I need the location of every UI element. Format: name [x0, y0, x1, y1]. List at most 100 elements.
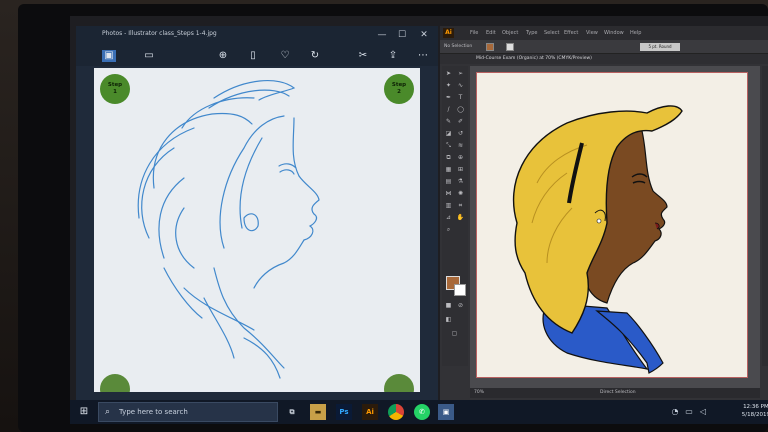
right-panel-dock: ≡ ◫ ▦ ✎ ✻ ≣ ◐ ◍ ⊚ ⊡ ⫼ ⌗ [762, 66, 768, 366]
zoom-tool-icon[interactable]: ⌕ [444, 226, 453, 234]
magic-wand-icon[interactable]: ✦ [444, 82, 453, 90]
search-icon: ⌕ [105, 407, 111, 417]
profile-illustration [512, 105, 683, 374]
menu-effect[interactable]: Effect [564, 30, 578, 36]
stroke-control-swatch[interactable] [506, 43, 514, 51]
illustrator-logo: Ai [443, 28, 454, 38]
status-bar: 70% Direct Selection [470, 388, 760, 398]
stroke-color-swatch[interactable] [454, 284, 466, 296]
pen-tool-icon[interactable]: ✒ [444, 94, 453, 102]
illustrator-taskbar-icon[interactable]: Ai [362, 404, 378, 420]
screen-mode-icon[interactable]: ▢ [450, 330, 459, 338]
line-tool-icon[interactable]: / [444, 106, 453, 114]
maximize-button[interactable]: ☐ [396, 29, 408, 41]
file-explorer-icon[interactable]: ▬ [310, 404, 326, 420]
taskbar-search[interactable]: ⌕ Type here to search [98, 402, 278, 422]
pencil-tool-icon[interactable]: ✐ [456, 118, 465, 126]
menu-help[interactable]: Help [630, 30, 641, 36]
clock-date: 5/18/2019 [741, 412, 768, 418]
perspective-grid-icon[interactable]: ▦ [444, 166, 453, 174]
type-tool-icon[interactable]: T [456, 94, 465, 102]
artboard-tool-icon[interactable]: ⌗ [456, 202, 465, 210]
brush-tool-icon[interactable]: ✎ [444, 118, 453, 126]
close-button[interactable]: ✕ [418, 29, 430, 41]
battery-icon[interactable]: ▭ [684, 407, 694, 417]
fill-control-swatch[interactable] [486, 43, 494, 51]
step-1-badge: Step 1 [100, 74, 130, 104]
scale-tool-icon[interactable]: ⤡ [444, 142, 453, 150]
menu-file[interactable]: File [470, 30, 478, 36]
sketch-image: Step 1 Step 2 [94, 68, 420, 392]
color-mode-icon[interactable]: ■ [444, 302, 453, 310]
ellipse-tool-icon[interactable]: ◯ [456, 106, 465, 114]
edit-icon[interactable]: ✂ [356, 50, 370, 62]
photos-taskbar-icon[interactable]: ▣ [438, 404, 454, 420]
document-tabs: Mid-Course Exam (Organic) at 70% (CMYK/P… [440, 54, 768, 64]
task-view-icon[interactable]: ⧉ [284, 404, 300, 420]
draw-mode-icon[interactable]: ◧ [444, 316, 453, 324]
more-icon[interactable]: ⋯ [416, 50, 430, 62]
laptop-bezel: Photos - Illustrator class_Steps 1-4.jpg… [18, 4, 768, 432]
menu-bar: Ai File Edit Object Type Select Effect V… [440, 26, 768, 40]
gradient-tool-icon[interactable]: ▤ [444, 178, 453, 186]
document-tab[interactable]: Mid-Course Exam (Organic) at 70% (CMYK/P… [476, 56, 592, 61]
graph-tool-icon[interactable]: ▥ [444, 202, 453, 210]
blend-tool-icon[interactable]: ⋈ [444, 190, 453, 198]
network-icon[interactable]: ◔ [670, 407, 680, 417]
image-icon[interactable]: ▣ [102, 50, 116, 62]
menu-select[interactable]: Select [544, 30, 559, 36]
share-icon[interactable]: ⇪ [386, 50, 400, 62]
menu-view[interactable]: View [586, 30, 598, 36]
delete-icon[interactable]: ▯ [246, 50, 260, 62]
step-2-badge: Step 2 [384, 74, 414, 104]
photoshop-icon[interactable]: Ps [336, 404, 352, 420]
volume-icon[interactable]: ◁ [698, 407, 708, 417]
tools-panel: ➤ ➢ ✦ ∿ ✒ T / ◯ ✎ ✐ ◪ ↺ ⤡ ≋ ⧉ ⊕ ▦ ⊞ ▤ ⚗ … [442, 66, 468, 366]
control-bar: No Selection 5 pt. Round [440, 40, 768, 54]
zoom-level-field[interactable]: 70% [474, 390, 484, 395]
selection-tool-icon[interactable]: ➤ [444, 70, 453, 78]
profile-sketch [137, 79, 320, 379]
eraser-tool-icon[interactable]: ◪ [444, 130, 453, 138]
free-transform-icon[interactable]: ⧉ [444, 154, 453, 162]
shape-builder-icon[interactable]: ⊕ [456, 154, 465, 162]
zoom-icon[interactable]: ⊕ [216, 50, 230, 62]
canvas-area[interactable] [470, 66, 760, 388]
photos-toolbar: ▣ ▭ ⊕ ▯ ♡ ↻ ✂ ⇪ ⋯ [76, 46, 438, 66]
chrome-icon[interactable] [388, 404, 404, 420]
photos-titlebar[interactable]: Photos - Illustrator class_Steps 1-4.jpg… [76, 26, 438, 46]
clock-time: 12:36 PM [743, 404, 768, 410]
scene: Photos - Illustrator class_Steps 1-4.jpg… [0, 0, 768, 432]
windows-start-icon[interactable]: ⊞ [78, 406, 90, 418]
menu-window[interactable]: Window [604, 30, 624, 36]
laptop-screen: Photos - Illustrator class_Steps 1-4.jpg… [70, 16, 768, 424]
direct-selection-tool-icon[interactable]: ➢ [456, 70, 465, 78]
taskbar: ⊞ ⌕ Type here to search ⧉ ▬ Ps Ai ✆ ▣ ◔ … [70, 400, 768, 424]
photos-window[interactable]: Photos - Illustrator class_Steps 1-4.jpg… [76, 26, 438, 400]
hand-tool-icon[interactable]: ✋ [456, 214, 465, 222]
rotate-tool-icon[interactable]: ↺ [456, 130, 465, 138]
lasso-icon[interactable]: ∿ [456, 82, 465, 90]
whatsapp-icon[interactable]: ✆ [414, 404, 430, 420]
current-tool-status: Direct Selection [600, 390, 636, 395]
warp-tool-icon[interactable]: ≋ [456, 142, 465, 150]
brush-style-dropdown[interactable]: 5 pt. Round [640, 43, 680, 51]
menu-edit[interactable]: Edit [486, 30, 496, 36]
menu-type[interactable]: Type [526, 30, 537, 36]
mesh-tool-icon[interactable]: ⊞ [456, 166, 465, 174]
symbol-sprayer-icon[interactable]: ✺ [456, 190, 465, 198]
slideshow-icon[interactable]: ▭ [142, 50, 156, 62]
heart-icon[interactable]: ♡ [278, 50, 292, 62]
rotate-icon[interactable]: ↻ [308, 50, 322, 62]
none-color-icon[interactable]: ⊘ [456, 302, 465, 310]
artboard[interactable] [476, 72, 748, 378]
illustrator-window[interactable]: Ai File Edit Object Type Select Effect V… [440, 26, 768, 400]
window-title: Photos - Illustrator class_Steps 1-4.jpg [102, 30, 217, 37]
slice-tool-icon[interactable]: ⊿ [444, 214, 453, 222]
search-input[interactable]: Type here to search [119, 408, 188, 416]
menu-object[interactable]: Object [502, 30, 518, 36]
minimize-button[interactable]: — [376, 29, 388, 41]
selection-status: No Selection [444, 44, 473, 49]
clock[interactable]: 12:36 PM 5/18/2019 [742, 403, 768, 419]
eyedropper-icon[interactable]: ⚗ [456, 178, 465, 186]
